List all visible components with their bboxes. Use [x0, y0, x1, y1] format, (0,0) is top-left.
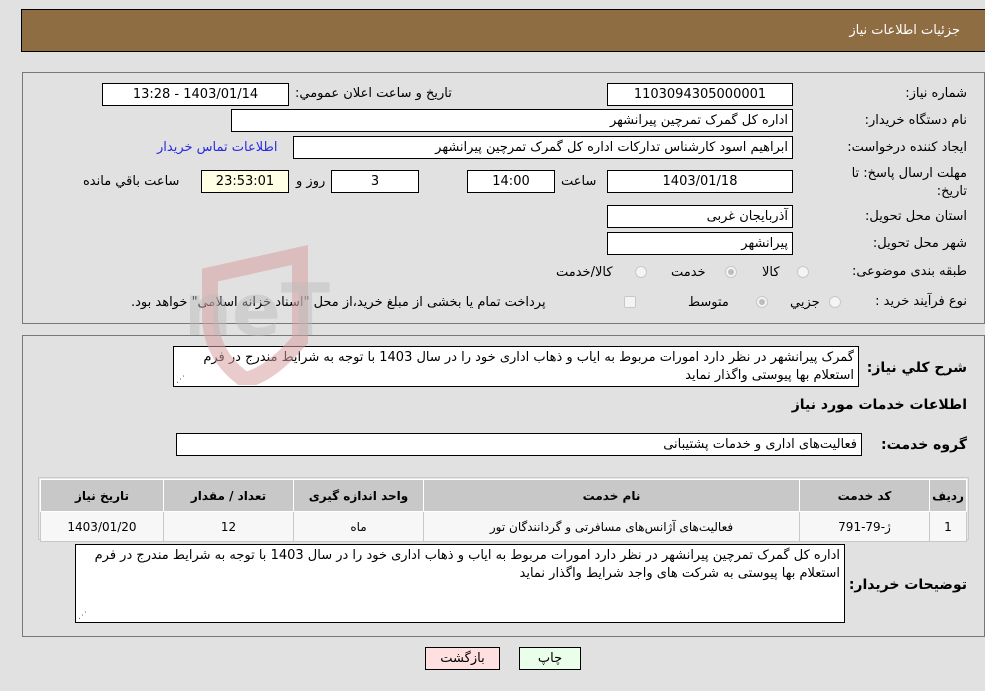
purchase-option-minor: جزيي	[790, 295, 820, 310]
cell-code: ژ-79-791	[799, 511, 930, 542]
purchase-option-medium: متوسط	[688, 295, 729, 310]
cell-name: فعالیت‌های آژانس‌های مسافرتی و گردانندگا…	[423, 511, 800, 542]
need-number-label: شماره نیاز:	[905, 86, 967, 101]
treasury-checkbox[interactable]	[624, 296, 636, 308]
category-option-service: خدمت	[671, 265, 706, 280]
buyer-notes-textarea[interactable]: اداره کل گمرک تمرچین پیرانشهر در نظر دار…	[75, 544, 845, 623]
announce-datetime-field: 1403/01/14 - 13:28	[102, 83, 289, 106]
deadline-label: مهلت ارسال پاسخ: تا تاریخ:	[851, 166, 967, 199]
category-radio-service[interactable]	[725, 266, 737, 278]
buyer-org-field: اداره کل گمرک تمرچین پیرانشهر	[231, 109, 793, 132]
page-header: جزئیات اطلاعات نیاز	[21, 9, 985, 52]
col-unit: واحد اندازه گیری	[293, 479, 424, 512]
col-row: ردیف	[929, 479, 967, 512]
category-option-goods-service: کالا/خدمت	[556, 265, 613, 280]
city-field: پیرانشهر	[607, 232, 793, 255]
purchase-radio-minor[interactable]	[829, 296, 841, 308]
buyer-org-label: نام دستگاه خریدار:	[864, 113, 967, 128]
treasury-note: پرداخت تمام یا بخشی از مبلغ خرید،از محل …	[131, 295, 546, 310]
deadline-time-field: 14:00	[467, 170, 555, 193]
service-group-field: فعالیت‌های اداری و خدمات پشتیبانی	[176, 433, 862, 456]
table-header-row: ردیف کد خدمت نام خدمت واحد اندازه گیری ت…	[40, 479, 967, 512]
requester-field: ابراهیم اسود کارشناس تداركات اداره کل گم…	[293, 136, 793, 159]
col-qty: تعداد / مقدار	[163, 479, 294, 512]
time-remaining-field: 23:53:01	[201, 170, 289, 193]
announce-datetime-label: تاریخ و ساعت اعلان عمومي:	[295, 86, 452, 101]
description-label: شرح کلي نیاز:	[866, 360, 967, 376]
print-button[interactable]: چاپ	[519, 647, 581, 670]
requester-label: ایجاد کننده درخواست:	[847, 140, 967, 155]
services-table-wrapper: ردیف کد خدمت نام خدمت واحد اندازه گیری ت…	[38, 477, 969, 542]
buyer-notes-label: توضیحات خریدار:	[848, 577, 967, 593]
col-name: نام خدمت	[423, 479, 800, 512]
purchase-radio-medium[interactable]	[756, 296, 768, 308]
province-field: آذربایجان غربی	[607, 205, 793, 228]
days-label: روز و	[296, 174, 326, 189]
back-button[interactable]: بازگشت	[425, 647, 500, 670]
description-text: گمرک پیرانشهر در نظر دارد امورات مربوط ب…	[203, 350, 854, 383]
description-textarea[interactable]: گمرک پیرانشهر در نظر دارد امورات مربوط ب…	[173, 346, 859, 387]
col-date: تاریخ نیاز	[40, 479, 164, 512]
days-remaining-field: 3	[331, 170, 419, 193]
col-code: کد خدمت	[799, 479, 930, 512]
page-title: جزئیات اطلاعات نیاز	[849, 23, 960, 38]
table-row: 1 ژ-79-791 فعالیت‌های آژانس‌های مسافرتی …	[40, 511, 967, 542]
cell-row: 1	[929, 511, 967, 542]
buyer-contact-link[interactable]: اطلاعات تماس خریدار	[157, 140, 277, 155]
deadline-time-label: ساعت	[561, 174, 597, 189]
buyer-notes-text: اداره کل گمرک تمرچین پیرانشهر در نظر دار…	[94, 548, 840, 581]
cell-unit: ماه	[293, 511, 424, 542]
resize-grip-icon[interactable]: ⋰	[176, 376, 185, 385]
category-radio-goods-service[interactable]	[635, 266, 647, 278]
cell-date: 1403/01/20	[40, 511, 164, 542]
category-label: طبقه بندی موضوعی:	[851, 264, 967, 279]
need-number-field: 1103094305000001	[607, 83, 793, 106]
category-radio-goods[interactable]	[797, 266, 809, 278]
category-option-goods: کالا	[762, 265, 780, 280]
time-remaining-label: ساعت باقي مانده	[83, 174, 180, 189]
province-label: استان محل تحویل:	[865, 209, 967, 224]
cell-qty: 12	[163, 511, 294, 542]
services-section-title: اطلاعات خدمات مورد نیاز	[791, 397, 967, 413]
service-group-label: گروه خدمت:	[881, 437, 967, 453]
resize-grip-icon[interactable]: ⋰	[78, 612, 87, 621]
city-label: شهر محل تحویل:	[872, 236, 967, 251]
services-table: ردیف کد خدمت نام خدمت واحد اندازه گیری ت…	[40, 479, 967, 542]
deadline-date-field: 1403/01/18	[607, 170, 793, 193]
purchase-type-label: نوع فرآیند خرید :	[875, 294, 967, 309]
